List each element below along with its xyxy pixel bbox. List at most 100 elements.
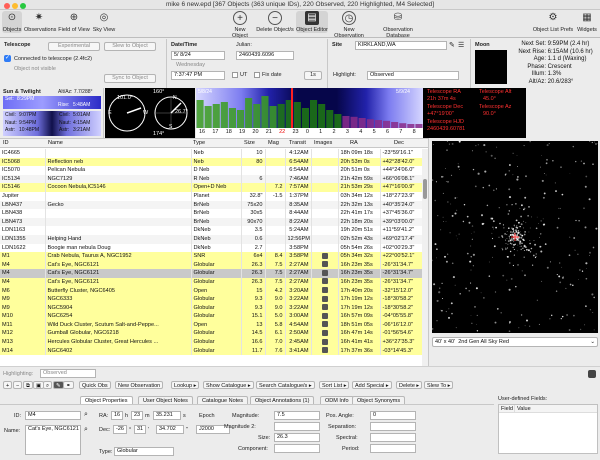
time-field[interactable]: 7:37:47 PM xyxy=(171,71,225,80)
toolbar-widgets-button[interactable]: ▦ Widgets xyxy=(576,11,598,33)
ra-seconds-field[interactable]: 35.231 xyxy=(153,411,181,420)
ra-hours-field[interactable]: 16 xyxy=(111,411,123,420)
user-fields-table[interactable]: Field Value xyxy=(498,404,598,454)
column-header-size[interactable]: Size xyxy=(244,140,255,146)
table-row[interactable]: M13 Hercules Globular Cluster, Great Herc… xyxy=(0,338,422,347)
toolbar-object-editor-button[interactable]: ▤ Object Editor xyxy=(296,11,328,33)
table-row[interactable]: M9 NGC5904 Globular 9.3 9.0 3:22AM 17h 19m 12s… xyxy=(0,303,422,313)
visibility-timeline[interactable]: 5/8/24 5/9/24 16 17 18 19 20 21 22 23 0 1 2 3 4 5 6 7 8 xyxy=(196,88,423,138)
panel-toggle-icon[interactable] xyxy=(588,370,596,378)
copy-icon[interactable]: ⧉ xyxy=(23,381,33,389)
table-row[interactable]: LBN437 Gecko BrNeb 75x20 8:35AM 22h 32m 13s +4… xyxy=(0,200,422,210)
ra-minutes-field[interactable]: 23 xyxy=(131,411,143,420)
slew-to-button[interactable]: Slew To ▸ xyxy=(424,381,454,389)
toolbar-sky-view-button[interactable]: ◎ Sky View xyxy=(92,11,116,33)
image-thumbnail-icon[interactable] xyxy=(321,261,328,268)
table-row[interactable]: LBN473 BrNeb 90x70 8:22AM 22h 18m 20s +39°03'… xyxy=(0,217,422,227)
table-row[interactable]: Jupiter Planet 32.8" -1.5 1:37PM 03h 34m 12s +… xyxy=(0,191,422,201)
lookup-button[interactable]: Lookup ▸ xyxy=(171,381,200,389)
time-step-select[interactable]: 1s xyxy=(304,71,322,80)
pos-angle-field[interactable]: 0 xyxy=(370,411,416,420)
dss-image[interactable] xyxy=(431,140,599,333)
sort-list-button[interactable]: Sort List ▸ xyxy=(319,381,350,389)
object-list-scroll-thumb[interactable] xyxy=(423,179,427,199)
table-row[interactable]: M11 Wild Duck Cluster, Scutum Salt-and-Pe… xyxy=(0,320,422,330)
image-thumbnail-icon[interactable] xyxy=(321,312,328,319)
delete-button[interactable]: Delete ▸ xyxy=(396,381,423,389)
toolbar-objects-button[interactable]: ⊙ Objects xyxy=(2,11,22,33)
table-row[interactable]: IC5134 NGC7129 R Neb 6 7:46AM 21h 42m 59s +66°… xyxy=(0,174,422,184)
site-menu-icon[interactable]: ☰ xyxy=(458,41,464,49)
component-field[interactable] xyxy=(274,444,320,453)
column-header-type[interactable]: Type xyxy=(193,140,205,146)
survey-select[interactable]: 40' x 40' 2nd Gen All Sky Red ⌄ xyxy=(432,337,598,347)
add-special-button[interactable]: Add Special ▸ xyxy=(352,381,392,389)
table-row[interactable]: LDN1355 Helping Hand DkNeb 0.6 12:56PM 02h 52… xyxy=(0,234,422,244)
minimize-window-button[interactable] xyxy=(12,2,18,9)
slew-to-object-button[interactable]: Slew to Object xyxy=(104,42,156,51)
table-row[interactable]: LDN1163 DkNeb 3.5 5:24AM 19h 20m 51s +11°59'4… xyxy=(0,226,422,235)
lookup-id-icon[interactable]: ⌕ xyxy=(84,411,88,419)
toolbar-field-of-view-button[interactable]: ⊕ Field of View xyxy=(57,11,91,33)
period-field[interactable] xyxy=(370,444,416,453)
highlight-select[interactable]: Observed xyxy=(367,71,459,80)
image-thumbnail-icon[interactable] xyxy=(321,321,328,328)
sync-to-object-button[interactable]: Sync to Object xyxy=(104,74,156,83)
image-thumbnail-icon[interactable] xyxy=(321,338,328,345)
toolbar-new-object-button[interactable]: + New Object xyxy=(226,11,254,39)
table-row[interactable]: M4 Cat's Eye, NGC6121 Globular 26.3 7.5 2:27A… xyxy=(0,269,422,278)
table-row[interactable]: M14 NGC6402 Globular 11.7 7.6 3:41AM 17h 37m 3… xyxy=(0,346,422,356)
julian-field[interactable]: 2460439.6096 xyxy=(236,51,294,60)
toolbar-object-list-prefs-button[interactable]: ⚙ Object List Prefs xyxy=(532,11,574,33)
size-field[interactable]: 26.3 xyxy=(274,433,320,442)
lookup-name-icon[interactable]: ⌕ xyxy=(84,426,88,434)
connected-checkbox[interactable]: ✓ xyxy=(4,55,11,62)
column-header-transit[interactable]: Transit xyxy=(289,140,306,146)
column-header-mag[interactable]: Mag xyxy=(268,140,279,146)
table-row[interactable]: IC4665 Neb 10 4:12AM 18h 09m 18s -23°59'16.1" xyxy=(0,149,422,158)
tab-object-properties[interactable]: Object Properties xyxy=(80,396,133,404)
table-row[interactable]: M6 Butterfly Cluster, NGC6405 Open 15 4.2 3:2… xyxy=(0,286,422,296)
dec-seconds-field[interactable]: 34.702 xyxy=(156,425,184,434)
column-header-id[interactable]: ID xyxy=(3,140,9,146)
tab-object-annotations[interactable]: Object Annotations (1) xyxy=(250,396,315,404)
table-row[interactable]: M1 Crab Nebula, Taurus A, NGC1952 SNR 6x4 8.… xyxy=(0,252,422,261)
site-select[interactable]: KIRKLAND,WA xyxy=(355,41,447,50)
object-list[interactable]: ID Name Type Size Mag Transit Images RA … xyxy=(0,138,428,367)
search-catalogues-button[interactable]: Search Catalogue/s ▸ xyxy=(256,381,315,389)
dec-degrees-field[interactable]: -26 xyxy=(113,425,127,434)
toolbar-observations-button[interactable]: ✷ Observations xyxy=(24,11,56,33)
tab-odm-info[interactable]: ODM Info xyxy=(320,396,354,404)
separation-field[interactable] xyxy=(370,422,416,431)
name-field[interactable]: Cat's Eye, NGC6121 xyxy=(25,425,81,455)
table-row[interactable]: M4 Cat's Eye, NGC6121 Globular 26.3 7.5 2:27A… xyxy=(0,260,422,270)
date-field[interactable]: 5/ 8/24 xyxy=(171,51,225,60)
tab-catalogue-notes[interactable]: Catalogue Notes xyxy=(197,396,248,404)
tab-object-synonyms[interactable]: Object Synonyms xyxy=(352,396,406,404)
image-thumbnail-icon[interactable] xyxy=(321,252,328,259)
table-row[interactable]: IC5068 Reflection neb Neb 80 6:54AM 20h 53m 0… xyxy=(0,157,422,167)
zoom-window-button[interactable] xyxy=(20,2,26,9)
tab-user-object-notes[interactable]: User Object Notes xyxy=(138,396,193,404)
telescope-type-select[interactable]: Experimental xyxy=(48,42,100,51)
dec-minutes-field[interactable]: 31 xyxy=(134,425,146,434)
table-row[interactable]: LDN1622 Boogie man nebula Doug DkNeb 2.7 3:5… xyxy=(0,243,422,253)
type-select[interactable]: Globular xyxy=(114,447,174,456)
search-icon[interactable]: ⌕ xyxy=(43,381,53,389)
image-thumbnail-icon[interactable] xyxy=(321,304,328,311)
fix-date-checkbox[interactable] xyxy=(254,72,260,78)
image-thumbnail-icon[interactable] xyxy=(321,278,328,285)
table-row[interactable]: M9 NGC6333 Globular 9.3 9.0 3:22AM 17h 19m 12s… xyxy=(0,295,422,304)
column-header-ra[interactable]: RA xyxy=(350,140,358,146)
table-row[interactable]: IC5146 Cocoon Nebula,IC5146 Open+D Neb 7.2 7… xyxy=(0,183,422,192)
table-row[interactable]: LBN438 BrNeb 30x5 8:44AM 22h 41m 17s +37°45'3… xyxy=(0,209,422,218)
toolbar-observation-database-button[interactable]: ⛁ Observation Database xyxy=(372,11,424,39)
remove-object-icon[interactable]: − xyxy=(13,381,23,389)
table-row[interactable]: M4 Cat's Eye, NGC6121 Globular 26.3 7.5 2:27A… xyxy=(0,277,422,287)
spectral-field[interactable] xyxy=(370,433,416,442)
table-row[interactable]: IC5070 Pelican Nebula D Neb 6:54AM 20h 51m 0… xyxy=(0,166,422,175)
highlighting-select[interactable]: Observed xyxy=(40,369,96,378)
quick-obs-button[interactable]: Quick Obs xyxy=(79,381,111,389)
image-thumbnail-icon[interactable] xyxy=(321,295,328,302)
column-header-name[interactable]: Name xyxy=(48,140,63,146)
